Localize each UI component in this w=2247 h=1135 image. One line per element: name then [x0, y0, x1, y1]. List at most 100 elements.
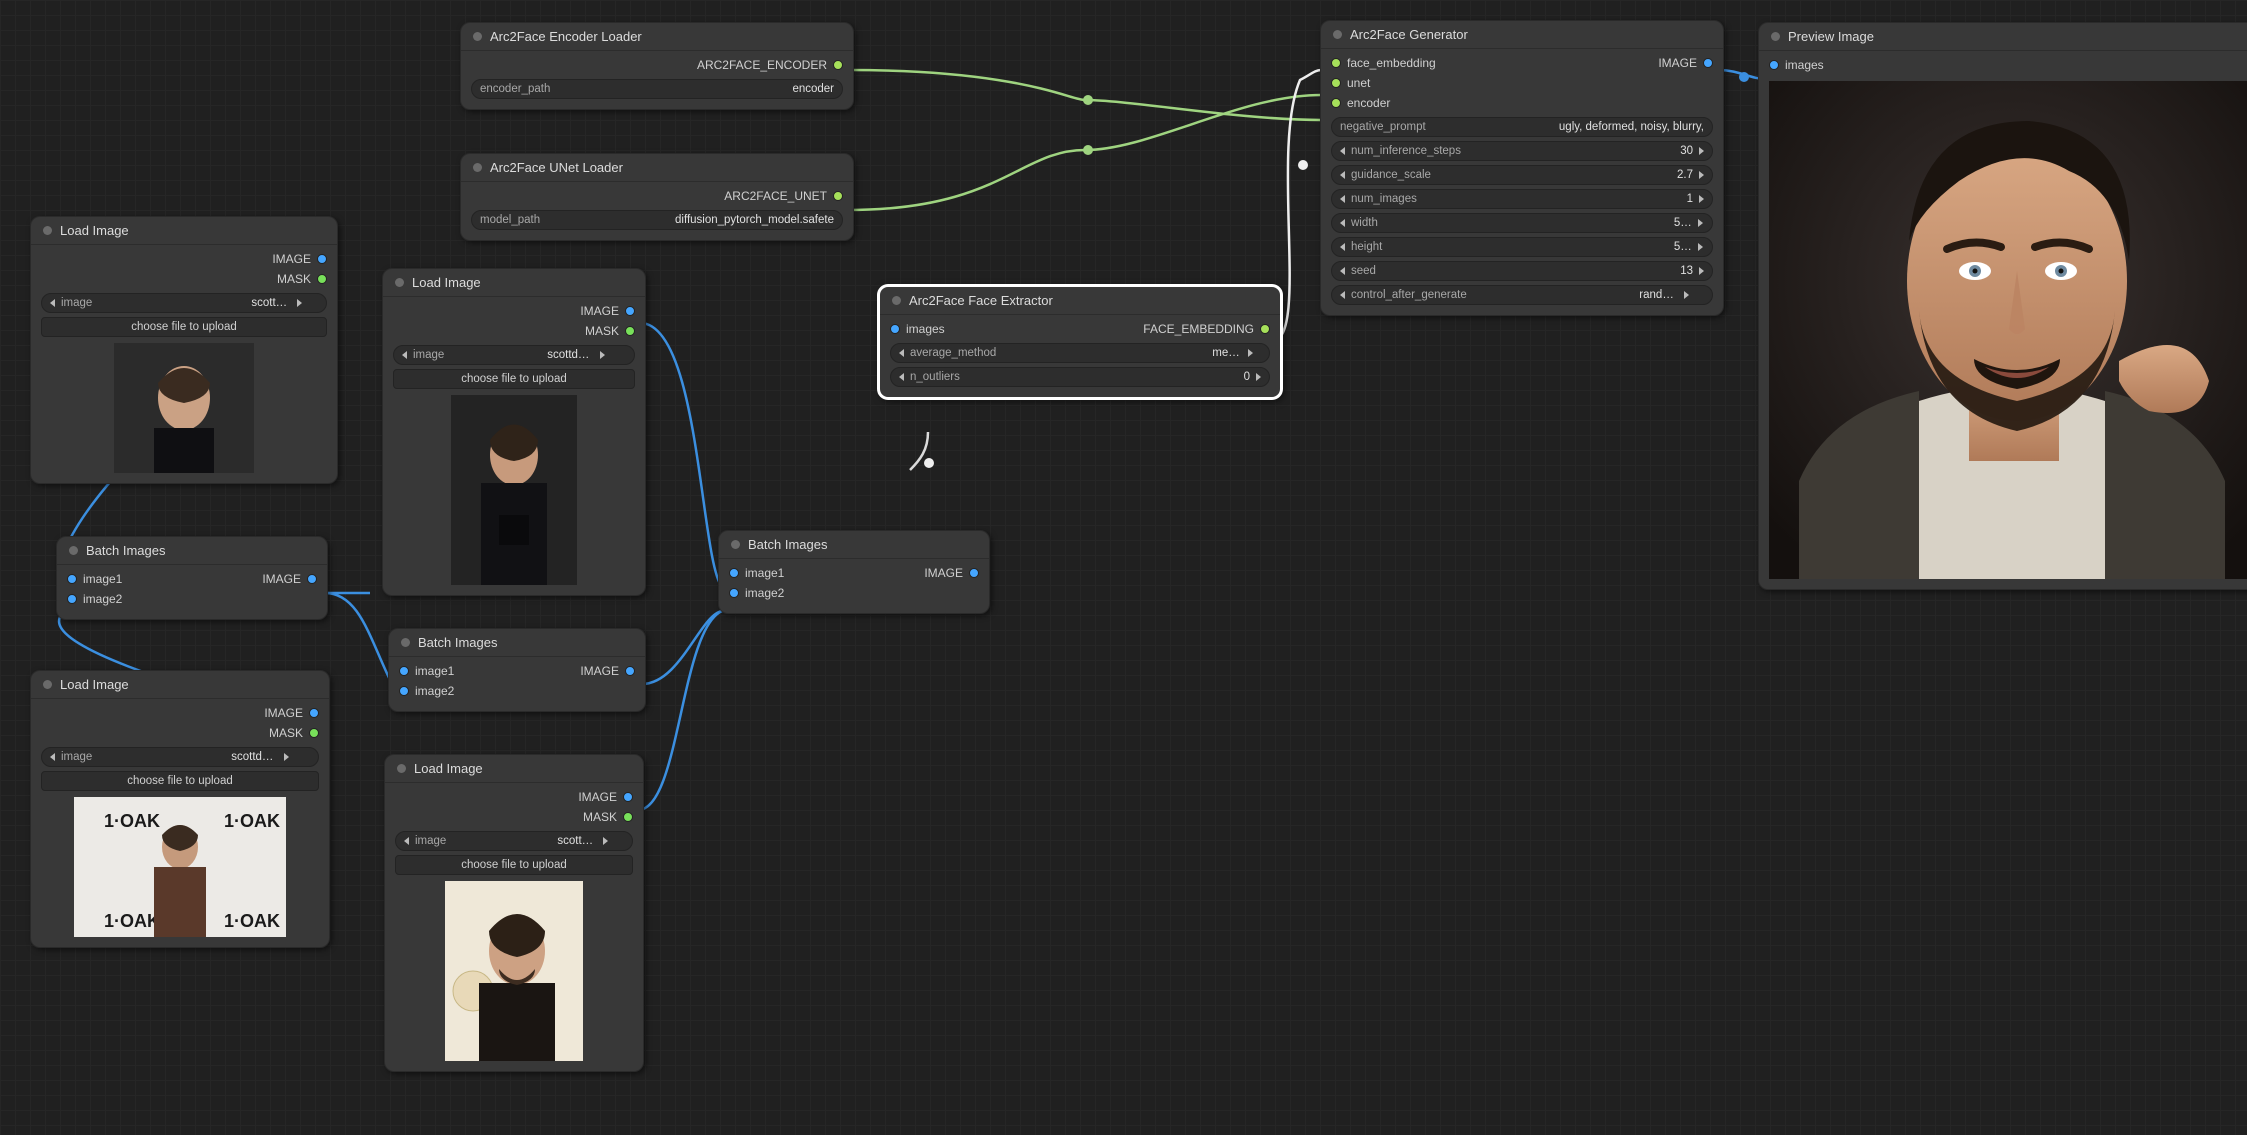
chevron-right-icon[interactable] [1256, 373, 1261, 381]
node-face-extractor[interactable]: Arc2Face Face Extractor images FACE_EMBE… [878, 285, 1282, 399]
collapse-dot-icon[interactable] [1771, 32, 1780, 41]
output-port-mask[interactable] [623, 812, 633, 822]
chevron-right-icon[interactable] [1699, 195, 1704, 203]
output-port-mask[interactable] [309, 728, 319, 738]
node-header[interactable]: Load Image [31, 671, 329, 699]
node-batch-images-1[interactable]: Batch Images image1 IMAGE image2 [56, 536, 328, 620]
chevron-left-icon[interactable] [50, 753, 55, 761]
output-port-image[interactable] [623, 792, 633, 802]
widget-image-combo[interactable]: image scottd1.jpg [41, 293, 327, 313]
widget-num-inference-steps[interactable]: num_inference_steps 30 [1331, 141, 1713, 161]
input-port-image1[interactable] [67, 574, 77, 584]
chevron-right-icon[interactable] [297, 299, 302, 307]
widget-model-path[interactable]: model_path diffusion_pytorch_model.safet… [471, 210, 843, 230]
output-port-embedding[interactable] [1260, 324, 1270, 334]
chevron-left-icon[interactable] [1340, 243, 1345, 251]
input-port-images[interactable] [890, 324, 900, 334]
chevron-left-icon[interactable] [899, 349, 904, 357]
collapse-dot-icon[interactable] [397, 764, 406, 773]
output-port[interactable] [833, 60, 843, 70]
chevron-left-icon[interactable] [404, 837, 409, 845]
chevron-left-icon[interactable] [1340, 219, 1345, 227]
node-header[interactable]: Arc2Face Face Extractor [880, 287, 1280, 315]
chevron-right-icon[interactable] [1698, 219, 1703, 227]
input-port-face-embedding[interactable] [1331, 58, 1341, 68]
chevron-right-icon[interactable] [1698, 243, 1703, 251]
upload-button[interactable]: choose file to upload [395, 855, 633, 875]
chevron-right-icon[interactable] [1248, 349, 1253, 357]
collapse-dot-icon[interactable] [892, 296, 901, 305]
widget-seed[interactable]: seed 13 [1331, 261, 1713, 281]
widget-image-combo[interactable]: image scottd4.jpg [395, 831, 633, 851]
chevron-right-icon[interactable] [284, 753, 289, 761]
upload-button[interactable]: choose file to upload [393, 369, 635, 389]
widget-num-images[interactable]: num_images 1 [1331, 189, 1713, 209]
output-port[interactable] [833, 191, 843, 201]
widget-height[interactable]: height 512 [1331, 237, 1713, 257]
chevron-right-icon[interactable] [1684, 291, 1689, 299]
widget-n-outliers[interactable]: n_outliers 0 [890, 367, 1270, 387]
node-header[interactable]: Preview Image [1759, 23, 2247, 51]
node-header[interactable]: Batch Images [389, 629, 645, 657]
upload-button[interactable]: choose file to upload [41, 771, 319, 791]
collapse-dot-icon[interactable] [43, 226, 52, 235]
chevron-left-icon[interactable] [1340, 171, 1345, 179]
output-port-image[interactable] [309, 708, 319, 718]
node-header[interactable]: Arc2Face UNet Loader [461, 154, 853, 182]
input-port-image2[interactable] [729, 588, 739, 598]
collapse-dot-icon[interactable] [731, 540, 740, 549]
input-port-image1[interactable] [399, 666, 409, 676]
collapse-dot-icon[interactable] [1333, 30, 1342, 39]
input-port-encoder[interactable] [1331, 98, 1341, 108]
widget-encoder-path[interactable]: encoder_path encoder [471, 79, 843, 99]
output-port-image[interactable] [307, 574, 317, 584]
node-header[interactable]: Load Image [31, 217, 337, 245]
node-generator[interactable]: Arc2Face Generator face_embedding IMAGE … [1320, 20, 1724, 316]
chevron-right-icon[interactable] [600, 351, 605, 359]
collapse-dot-icon[interactable] [401, 638, 410, 647]
chevron-right-icon[interactable] [1699, 147, 1704, 155]
chevron-left-icon[interactable] [1340, 267, 1345, 275]
chevron-left-icon[interactable] [402, 351, 407, 359]
collapse-dot-icon[interactable] [43, 680, 52, 689]
node-batch-images-2[interactable]: Batch Images image1 IMAGE image2 [718, 530, 990, 614]
output-port-mask[interactable] [317, 274, 327, 284]
widget-average-method[interactable]: average_method median [890, 343, 1270, 363]
output-port-image[interactable] [625, 306, 635, 316]
widget-negative-prompt[interactable]: negative_prompt ugly, deformed, noisy, b… [1331, 117, 1713, 137]
node-header[interactable]: Batch Images [57, 537, 327, 565]
output-port-image[interactable] [625, 666, 635, 676]
chevron-right-icon[interactable] [1699, 171, 1704, 179]
widget-image-combo[interactable]: image scottd2.webp [393, 345, 635, 365]
collapse-dot-icon[interactable] [395, 278, 404, 287]
node-header[interactable]: Batch Images [719, 531, 989, 559]
chevron-right-icon[interactable] [1699, 267, 1704, 275]
input-port-unet[interactable] [1331, 78, 1341, 88]
node-batch-images-3[interactable]: Batch Images image1 IMAGE image2 [388, 628, 646, 712]
collapse-dot-icon[interactable] [473, 163, 482, 172]
collapse-dot-icon[interactable] [69, 546, 78, 555]
input-port-image2[interactable] [399, 686, 409, 696]
widget-width[interactable]: width 512 [1331, 213, 1713, 233]
node-load-image-4[interactable]: Load Image IMAGE MASK image scottd4.jpg … [384, 754, 644, 1072]
node-header[interactable]: Arc2Face Generator [1321, 21, 1723, 49]
input-port-images[interactable] [1769, 60, 1779, 70]
widget-image-combo[interactable]: image scottd3.webp [41, 747, 319, 767]
node-header[interactable]: Load Image [383, 269, 645, 297]
collapse-dot-icon[interactable] [473, 32, 482, 41]
output-port-image[interactable] [969, 568, 979, 578]
chevron-left-icon[interactable] [50, 299, 55, 307]
output-port-image[interactable] [317, 254, 327, 264]
input-port-image1[interactable] [729, 568, 739, 578]
node-header[interactable]: Arc2Face Encoder Loader [461, 23, 853, 51]
widget-guidance-scale[interactable]: guidance_scale 2.7 [1331, 165, 1713, 185]
node-load-image-2[interactable]: Load Image IMAGE MASK image scottd2.webp… [382, 268, 646, 596]
chevron-left-icon[interactable] [1340, 195, 1345, 203]
chevron-left-icon[interactable] [1340, 147, 1345, 155]
chevron-right-icon[interactable] [603, 837, 608, 845]
chevron-left-icon[interactable] [1340, 291, 1345, 299]
chevron-left-icon[interactable] [899, 373, 904, 381]
node-preview-image[interactable]: Preview Image images [1758, 22, 2247, 590]
output-port-image[interactable] [1703, 58, 1713, 68]
input-port-image2[interactable] [67, 594, 77, 604]
